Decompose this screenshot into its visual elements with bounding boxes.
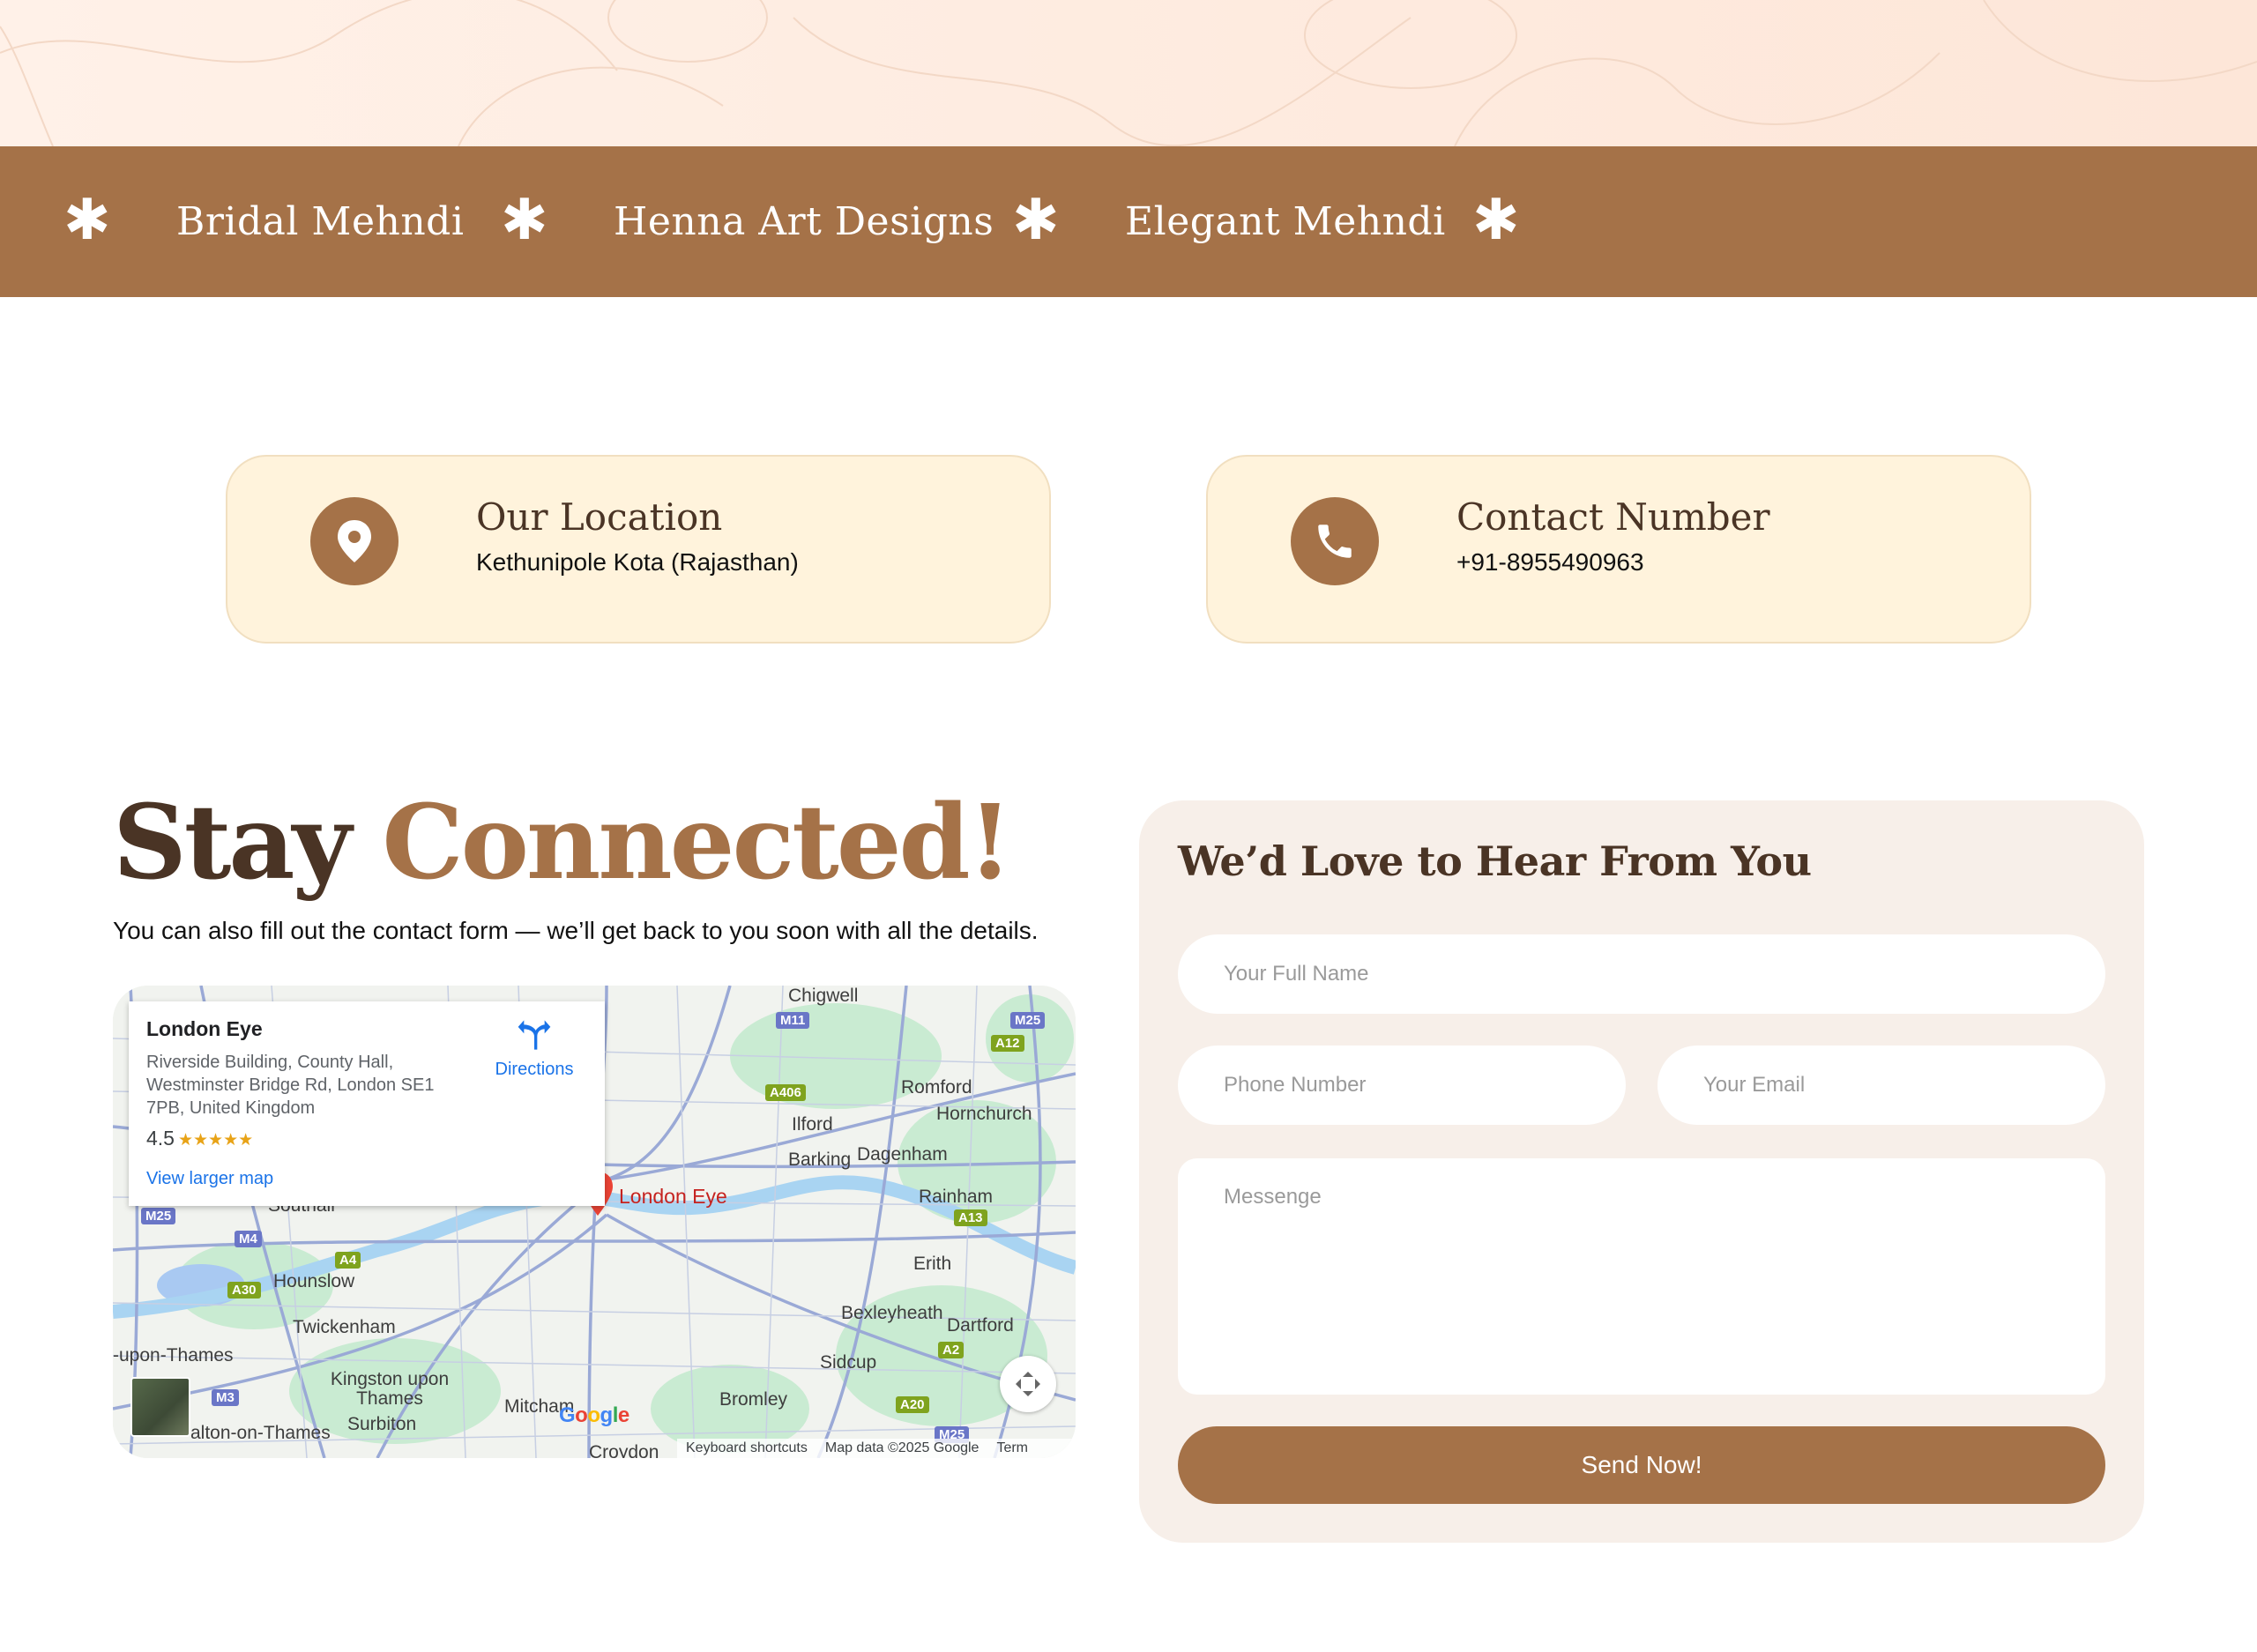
map-pin-icon xyxy=(338,520,371,562)
directions-label: Directions xyxy=(495,1060,574,1079)
hero-band xyxy=(0,0,2257,146)
heading-plain: Stay xyxy=(113,783,383,903)
map-place-card: London Eye Riverside Building, County Ha… xyxy=(129,1001,605,1206)
road-shield: A13 xyxy=(954,1209,987,1226)
road-shield: A2 xyxy=(938,1342,965,1358)
map-place-label: Dartford xyxy=(947,1315,1014,1336)
stay-connected-heading: Stay Connected! xyxy=(113,783,1013,903)
map-data-credit: Map data ©2025 Google xyxy=(824,1440,980,1455)
map-place-address: Riverside Building, County Hall, Westmin… xyxy=(146,1053,435,1118)
road-shield: M25 xyxy=(1010,1012,1046,1029)
map-marker-label: London Eye xyxy=(619,1185,727,1208)
henna-pattern-decoration xyxy=(0,0,2257,146)
map-place-label: Ilford xyxy=(792,1114,833,1135)
map-place-label: Bexleyheath xyxy=(841,1303,943,1323)
stay-subtitle: You can also fill out the contact form —… xyxy=(113,917,1039,944)
road-shield: A12 xyxy=(991,1035,1024,1052)
service-marquee: ✱ Bridal Mehndi ✱ Henna Art Designs ✱ El… xyxy=(0,146,2257,297)
location-card: Our Location Kethunipole Kota (Rajasthan… xyxy=(226,455,1051,644)
contact-card: Contact Number +91-8955490963 xyxy=(1206,455,2031,644)
email-input[interactable] xyxy=(1657,1046,2105,1125)
map-place-rating: 4.5 ★★★★★ xyxy=(146,1127,253,1150)
location-text: Kethunipole Kota (Rajasthan) xyxy=(476,548,799,576)
google-logo: Google xyxy=(559,1403,629,1427)
road-shield: M11 xyxy=(776,1012,810,1029)
terms-link[interactable]: Term xyxy=(996,1440,1028,1456)
message-textarea[interactable] xyxy=(1178,1158,2105,1395)
road-shield: A406 xyxy=(765,1084,806,1101)
form-title: We’d Love to Hear From You xyxy=(1178,837,1812,885)
contact-title: Contact Number xyxy=(1456,495,1770,539)
road-shield: M3 xyxy=(212,1389,239,1406)
map-place-label: Croydon xyxy=(589,1442,659,1458)
keyboard-shortcuts-link[interactable]: Keyboard shortcuts xyxy=(686,1440,808,1456)
directions-button[interactable]: Directions xyxy=(486,1017,583,1080)
phone-icon xyxy=(1318,525,1352,558)
marquee-item: Elegant Mehndi xyxy=(1125,199,1446,244)
rating-value: 4.5 xyxy=(146,1127,175,1150)
map-place-label: Chigwell xyxy=(788,986,859,1006)
location-icon-circle xyxy=(310,497,399,585)
road-shield: M4 xyxy=(235,1231,262,1247)
map-place-label: alton-on-Thames xyxy=(190,1423,331,1443)
map-place-label: Romford xyxy=(901,1077,972,1098)
star-icon: ✱ xyxy=(1472,188,1520,253)
star-icon: ✱ xyxy=(63,188,111,253)
heading-accent: Connected! xyxy=(382,783,1012,903)
marquee-item: Bridal Mehndi xyxy=(176,199,465,244)
phone-input[interactable] xyxy=(1178,1046,1626,1125)
map-place-label: Barking xyxy=(788,1150,852,1170)
contact-form-panel: We’d Love to Hear From You Send Now! xyxy=(1139,800,2144,1543)
map-place-label: Twickenham xyxy=(293,1317,396,1337)
road-shield: A30 xyxy=(227,1282,261,1299)
embedded-map[interactable]: Chigwell Romford Hornchurch Ilford Barki… xyxy=(113,986,1076,1458)
satellite-toggle[interactable] xyxy=(130,1377,190,1437)
star-icon: ✱ xyxy=(1012,188,1060,253)
map-place-label: Bromley xyxy=(719,1389,788,1410)
map-place-label: Sidcup xyxy=(820,1352,877,1373)
map-place-label: Dagenham xyxy=(857,1144,948,1165)
marquee-item: Henna Art Designs xyxy=(614,199,994,244)
rating-stars-icon: ★★★★★ xyxy=(177,1131,254,1150)
map-place-name: London Eye xyxy=(146,1017,263,1040)
map-place-label: Surbiton xyxy=(347,1414,417,1434)
map-place-label: Rainham xyxy=(919,1187,994,1207)
road-shield: A4 xyxy=(335,1252,361,1269)
contact-text: +91-8955490963 xyxy=(1456,548,1644,576)
phone-icon-circle xyxy=(1291,497,1379,585)
map-place-label: Hounslow xyxy=(273,1271,355,1291)
map-place-label: Kingston upon Thames xyxy=(330,1369,450,1409)
directions-icon xyxy=(518,1020,551,1050)
fullscreen-button[interactable] xyxy=(1000,1356,1056,1412)
map-place-label: Erith xyxy=(913,1254,952,1274)
road-shield: M25 xyxy=(141,1208,176,1224)
road-shield: A20 xyxy=(896,1396,929,1413)
map-attribution-bar: Keyboard shortcuts Map data ©2025 Google… xyxy=(677,1439,1076,1458)
star-icon: ✱ xyxy=(501,188,548,253)
map-place-label: -upon-Thames xyxy=(113,1345,234,1366)
full-name-input[interactable] xyxy=(1178,934,2105,1014)
view-larger-map-link[interactable]: View larger map xyxy=(146,1169,273,1189)
send-now-button[interactable]: Send Now! xyxy=(1178,1426,2105,1504)
map-place-label: Hornchurch xyxy=(936,1104,1032,1124)
fullscreen-icon xyxy=(1016,1372,1040,1396)
location-title: Our Location xyxy=(476,495,723,539)
